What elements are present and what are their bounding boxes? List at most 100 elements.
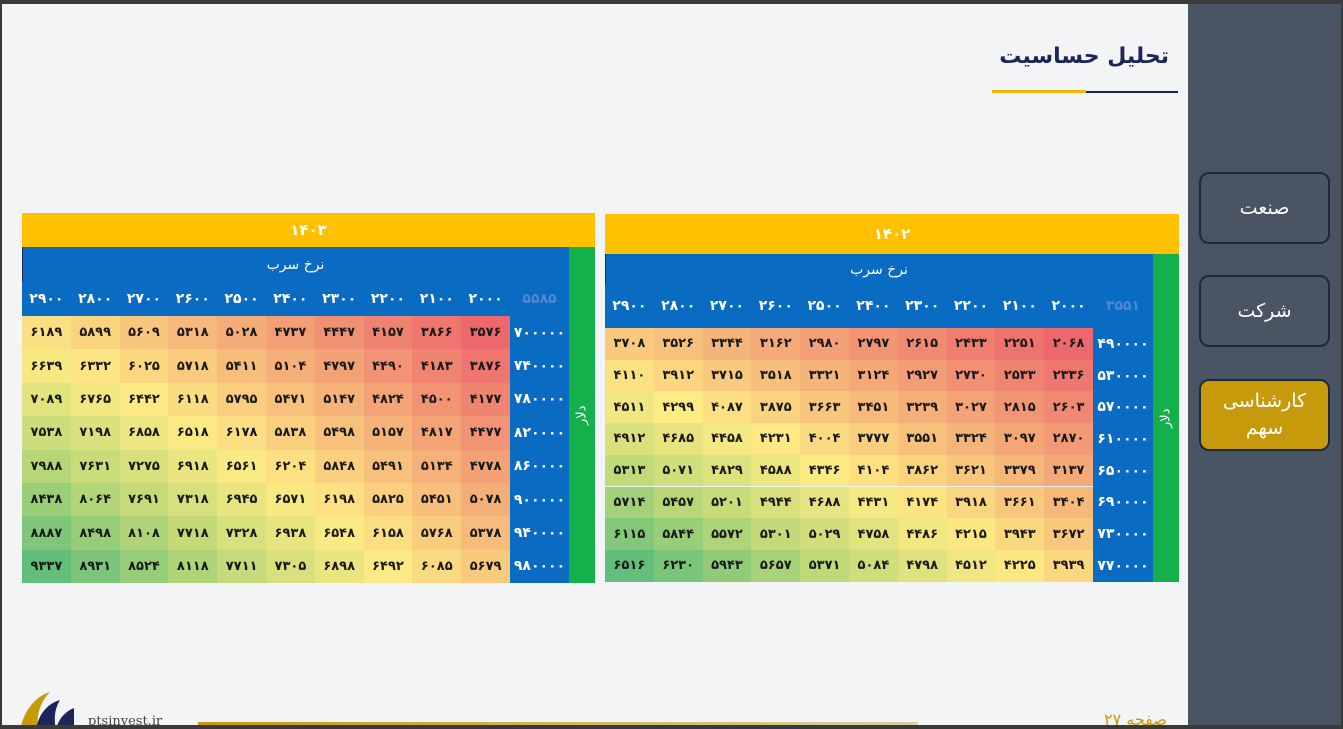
row-header: ۸۲۰۰۰۰: [513, 424, 566, 441]
footer-url[interactable]: ptsinvest.ir: [88, 714, 162, 725]
data-cell: ۶۴۴۲: [119, 382, 169, 417]
data-cell: ۲۶۰۳: [1044, 391, 1093, 424]
row-header: ۷۷۰۰۰۰: [1097, 557, 1149, 574]
data-cell: ۸۴۹۸: [70, 516, 120, 550]
data-cell: ۴۷۷۸: [461, 449, 510, 483]
y-axis-label: دلار: [574, 405, 590, 425]
data-cell: ۵۱۵۷: [363, 416, 413, 450]
table-year-header: ۱۴۰۲: [605, 214, 1179, 254]
data-cell: ۴۹۴۴: [751, 486, 801, 519]
data-cell: ۶۸۵۸: [119, 416, 169, 450]
data-cell: ۴۲۹۹: [653, 391, 703, 424]
data-cell: ۵۳۱۸: [168, 316, 218, 350]
data-cell: ۸۸۸۷: [22, 516, 71, 550]
data-cell: ۳۳۷۹: [995, 454, 1045, 487]
data-cell: ۵۹۴۳: [702, 549, 752, 582]
nav-company-label: شرکت: [1237, 299, 1292, 322]
data-cell: ۴۴۵۸: [702, 423, 752, 455]
sensitivity-table-0: ۱۴۰۲ نرخ سرب دلار ۳۵۵۱ ۲۰۰۰ ۲۱۰۰ ۲۲۰۰ ۲۳۰۰ ۲۴۰۰ ۲…: [605, 214, 1179, 582]
nav-valuation-button[interactable]: کارشناسی سهم: [1199, 379, 1330, 451]
data-cell: ۲۸۱۵: [995, 391, 1045, 424]
data-cell: ۴۸۲۴: [363, 382, 413, 417]
data-cell: ۶۵۴۸: [314, 516, 364, 550]
column-header: ۲۲۰۰: [370, 291, 406, 307]
data-cell: ۵۱۰۴: [266, 349, 315, 383]
row-header: ۶۵۰۰۰۰: [1097, 462, 1149, 479]
data-cell: ۶۷۶۵: [70, 382, 120, 417]
row-header: ۵۷۰۰۰۰: [1097, 399, 1149, 416]
nav-company-button[interactable]: شرکت: [1199, 275, 1330, 347]
column-header: ۲۴۰۰: [273, 291, 308, 307]
data-cell: ۶۱۱۸: [168, 382, 218, 417]
data-cell: ۳۹۴۳: [995, 518, 1045, 550]
data-cell: ۴۷۵۸: [849, 518, 898, 550]
data-cell: ۷۲۷۵: [119, 449, 169, 483]
data-cell: ۳۸۶۶: [412, 316, 462, 350]
data-cell: ۳۴۰۴: [1044, 486, 1093, 519]
data-cell: ۶۹۴۵: [217, 483, 266, 517]
data-cell: ۶۶۳۹: [22, 349, 71, 383]
data-cell: ۵۴۵۷: [653, 486, 703, 519]
column-header: ۲۷۰۰: [126, 291, 162, 307]
data-cell: ۴۵۱۱: [605, 391, 654, 424]
column-header: ۲۳۰۰: [905, 298, 940, 314]
row-header: ۴۹۰۰۰۰: [1097, 335, 1149, 352]
data-cell: ۵۱۴۷: [314, 382, 364, 417]
data-cell: ۵۳۱۳: [605, 454, 654, 487]
data-cell: ۴۴۴۷: [314, 316, 364, 350]
data-cell: ۴۵۱۲: [946, 549, 996, 582]
column-header: ۲۹۰۰: [612, 298, 647, 314]
column-header: ۲۰۰۰: [468, 291, 503, 307]
footer-divider: [198, 722, 918, 725]
data-cell: ۵۷۱۴: [605, 486, 654, 519]
data-cell: ۶۵۱۶: [605, 549, 654, 582]
data-cell: ۵۸۲۵: [363, 483, 413, 517]
nav-industry-button[interactable]: صنعت: [1199, 172, 1330, 244]
data-cell: ۷۰۸۹: [22, 382, 71, 417]
title-underline-accent: [992, 90, 1086, 93]
data-cell: ۵۳۰۱: [751, 518, 801, 550]
data-cell: ۲۲۵۱: [995, 328, 1045, 360]
data-cell: ۷۶۹۱: [119, 483, 169, 517]
data-cell: ۶۹۳۸: [266, 516, 315, 550]
data-cell: ۶۲۳۰: [653, 549, 703, 582]
data-cell: ۵۲۰۱: [702, 486, 752, 519]
column-header: ۲۶۰۰: [175, 291, 210, 307]
row-header: ۷۴۰۰۰۰: [513, 358, 566, 375]
data-cell: ۳۵۵۱: [897, 423, 947, 455]
data-cell: ۴۸۲۹: [702, 454, 752, 487]
data-cell: ۴۱۷۷: [461, 382, 510, 417]
data-cell: ۴۴۷۷: [461, 416, 510, 450]
data-cell: ۳۳۲۴: [946, 423, 996, 455]
row-header: ۹۸۰۰۰۰: [513, 558, 566, 575]
data-cell: ۳۱۳۷: [1044, 454, 1093, 487]
data-cell: ۵۴۱۱: [217, 349, 266, 383]
data-cell: ۵۰۲۸: [217, 316, 266, 350]
data-cell: ۵۰۲۹: [800, 518, 849, 550]
data-cell: ۷۶۳۱: [70, 449, 120, 483]
data-cell: ۴۳۴۶: [800, 454, 849, 487]
data-cell: ۲۸۷۰: [1044, 423, 1093, 455]
data-cell: ۴۷۹۷: [314, 349, 364, 383]
data-cell: ۲۶۱۵: [897, 328, 947, 360]
data-cell: ۳۶۲۱: [946, 454, 996, 487]
data-cell: ۴۱۵۷: [363, 316, 413, 350]
data-cell: ۳۵۲۶: [653, 328, 703, 360]
table-year-header: ۱۴۰۳: [22, 213, 595, 247]
data-cell: ۳۶۷۲: [1044, 518, 1093, 550]
column-header: ۲۸۰۰: [78, 291, 113, 307]
data-cell: ۳۷۰۸: [605, 328, 654, 360]
data-cell: ۵۴۹۸: [314, 416, 364, 450]
data-cell: ۴۱۸۳: [412, 349, 462, 383]
data-cell: ۸۴۳۸: [22, 483, 71, 517]
row-header: ۵۳۰۰۰۰: [1097, 367, 1149, 384]
data-cell: ۷۳۱۸: [168, 483, 218, 517]
column-header: ۲۱۰۰: [1002, 298, 1037, 314]
data-cell: ۵۳۷۱: [800, 549, 849, 582]
data-cell: ۷۳۲۸: [217, 516, 266, 550]
data-cell: ۴۲۲۵: [995, 549, 1045, 582]
data-cell: ۵۸۳۸: [266, 416, 315, 450]
data-cell: ۷۵۳۸: [22, 416, 71, 450]
data-cell: ۸۰۶۴: [70, 483, 120, 517]
data-cell: ۳۶۶۱: [995, 486, 1045, 519]
